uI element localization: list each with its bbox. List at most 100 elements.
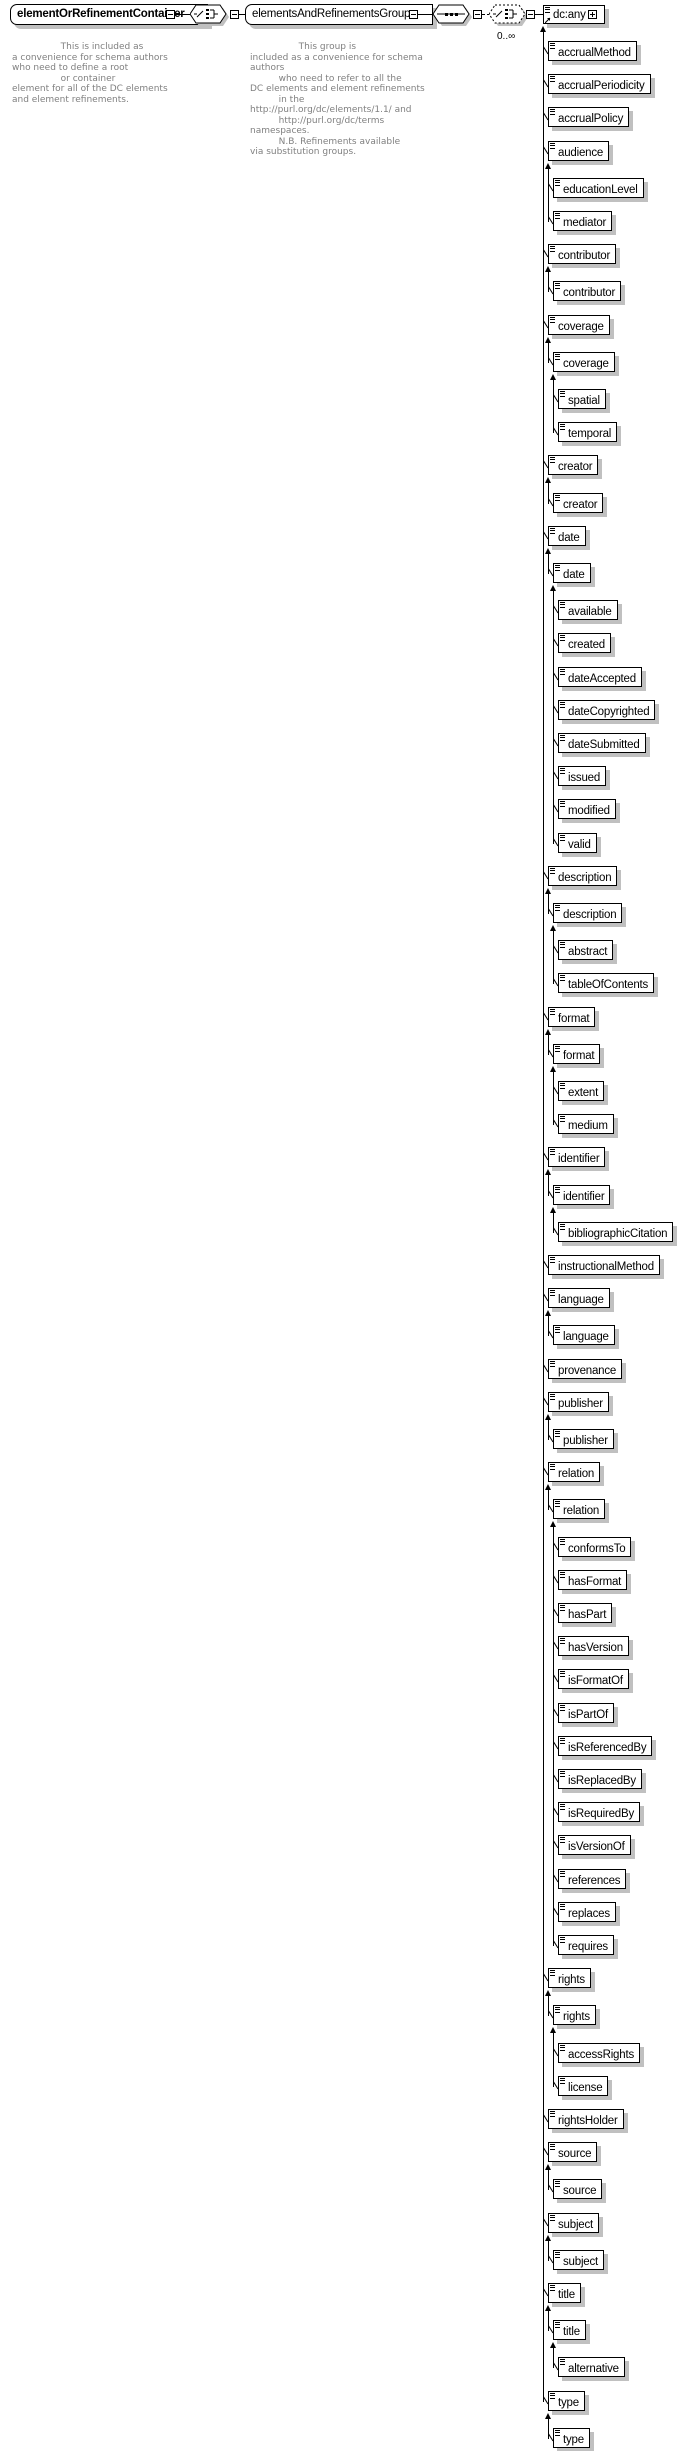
element-node-isVersionOf[interactable]: isVersionOf: [558, 1835, 631, 1856]
collapse-sequence-button[interactable]: [473, 10, 482, 19]
expand-any-button[interactable]: [588, 10, 597, 19]
element-node-format[interactable]: format: [553, 1043, 601, 1064]
element-node-isFormatOf[interactable]: isFormatOf: [558, 1669, 629, 1690]
element-label: isReplacedBy: [568, 1775, 636, 1787]
collapse-choice-button[interactable]: [230, 10, 239, 19]
collapse-optional-choice-button[interactable]: [526, 10, 535, 19]
element-node-accrualMethod[interactable]: accrualMethod: [548, 41, 637, 61]
element-node-publisher[interactable]: publisher: [548, 1391, 609, 1412]
element-type-icon: [555, 353, 560, 360]
element-type-icon: [560, 391, 565, 397]
element-node-title[interactable]: title: [548, 2283, 581, 2303]
element-node-isPartOf[interactable]: isPartOf: [558, 1702, 614, 1723]
element-label: date: [558, 531, 580, 544]
element-node-dateAccepted[interactable]: dateAccepted: [558, 666, 642, 687]
element-node-contributor[interactable]: contributor: [553, 281, 622, 302]
element-node-valid[interactable]: valid: [558, 832, 597, 853]
element-node-date[interactable]: date: [548, 525, 586, 546]
element-node-language[interactable]: language: [548, 1288, 610, 1309]
element-node-rightsHolder[interactable]: rightsHolder: [548, 2109, 624, 2129]
element-node-alternative[interactable]: alternative: [558, 2357, 625, 2378]
element-node-educationLevel[interactable]: educationLevel: [553, 177, 644, 198]
element-node-available[interactable]: available: [558, 600, 618, 621]
element-node-accessRights[interactable]: accessRights: [558, 2042, 640, 2063]
element-node-coverage[interactable]: coverage: [553, 351, 615, 372]
element-node-subject[interactable]: subject: [553, 2249, 605, 2270]
element-node-hasPart[interactable]: hasPart: [558, 1603, 613, 1623]
element-node-identifier[interactable]: identifier: [548, 1147, 606, 1168]
element-label: format: [558, 1012, 590, 1025]
occurrence-label: 0..∞: [497, 31, 516, 42]
element-node-provenance[interactable]: provenance: [548, 1358, 623, 1379]
element-node-rights[interactable]: rights: [553, 2005, 596, 2026]
element-label: educationLevel: [563, 183, 638, 196]
element-node-contributor[interactable]: contributor: [548, 244, 617, 265]
element-label: accessRights: [568, 2048, 634, 2061]
element-type-icon: [550, 1149, 555, 1156]
element-node-description[interactable]: description: [553, 903, 623, 923]
element-node-modified[interactable]: modified: [558, 799, 616, 820]
element-label: extent: [568, 1087, 599, 1099]
element-node-requires[interactable]: requires: [558, 1935, 614, 1955]
element-node-rights[interactable]: rights: [548, 1968, 591, 1989]
element-node-audience[interactable]: audience: [548, 140, 610, 161]
element-node-accrualPolicy[interactable]: accrualPolicy: [548, 107, 630, 128]
element-node-identifier[interactable]: identifier: [553, 1184, 611, 1205]
element-node-isRequiredBy[interactable]: isRequiredBy: [558, 1802, 640, 1823]
choice-compositor-icon: [190, 4, 229, 26]
element-node-source[interactable]: source: [553, 2179, 603, 2200]
element-type-icon: [560, 942, 565, 949]
element-node-conformsTo[interactable]: conformsTo: [558, 1536, 632, 1557]
element-node-medium[interactable]: medium: [558, 1114, 614, 1135]
element-label: instructionalMethod: [558, 1261, 654, 1273]
element-node-language[interactable]: language: [553, 1325, 615, 1346]
element-node-hasFormat[interactable]: hasFormat: [558, 1569, 628, 1590]
element-node-instructionalMethod[interactable]: instructionalMethod: [548, 1255, 660, 1275]
element-node-temporal[interactable]: temporal: [558, 422, 618, 443]
element-node-issued[interactable]: issued: [558, 766, 607, 787]
element-node-description[interactable]: description: [548, 865, 618, 886]
element-type-icon: [560, 1116, 565, 1123]
element-label: creator: [563, 498, 598, 511]
element-node-coverage[interactable]: coverage: [548, 314, 610, 335]
element-node-publisher[interactable]: publisher: [553, 1429, 614, 1449]
element-node-accrualPeriodicity[interactable]: accrualPeriodicity: [548, 74, 651, 95]
element-node-bibliographicCitation[interactable]: bibliographicCitation: [558, 1221, 674, 1242]
connector-line: [175, 14, 191, 15]
element-node-format[interactable]: format: [548, 1006, 596, 1027]
element-node-subject[interactable]: subject: [548, 2212, 600, 2233]
element-type-icon: [560, 1771, 565, 1777]
element-node-isReplacedBy[interactable]: isReplacedBy: [558, 1769, 642, 1789]
element-node-relation[interactable]: relation: [553, 1499, 606, 1520]
element-node-mediator[interactable]: mediator: [553, 211, 613, 231]
element-type-icon: [555, 2322, 560, 2329]
element-node-source[interactable]: source: [548, 2142, 598, 2163]
group-annotation: This group is included as a convenience …: [250, 42, 425, 157]
element-type-icon: [555, 2429, 560, 2436]
element-node-replaces[interactable]: replaces: [558, 1901, 616, 1922]
element-node-extent[interactable]: extent: [558, 1081, 605, 1101]
element-node-dateSubmitted[interactable]: dateSubmitted: [558, 733, 646, 753]
element-node-relation[interactable]: relation: [548, 1462, 601, 1483]
element-node-tableOfContents[interactable]: tableOfContents: [558, 973, 655, 994]
element-node-title[interactable]: title: [553, 2320, 586, 2341]
element-node-created[interactable]: created: [558, 633, 611, 654]
element-node-abstract[interactable]: abstract: [558, 940, 614, 961]
element-node-isReferencedBy[interactable]: isReferencedBy: [558, 1735, 653, 1756]
element-node-type[interactable]: type: [548, 2390, 585, 2411]
group-node[interactable]: elementsAndRefinementsGroup: [245, 4, 434, 25]
element-label: abstract: [568, 946, 608, 959]
element-node-date[interactable]: date: [553, 563, 591, 583]
element-label: accrualMethod: [558, 47, 631, 59]
element-node-references[interactable]: references: [558, 1868, 627, 1889]
element-label: isFormatOf: [568, 1675, 623, 1688]
element-node-dateCopyrighted[interactable]: dateCopyrighted: [558, 699, 656, 720]
collapse-group-button[interactable]: [409, 10, 418, 19]
element-node-spatial[interactable]: spatial: [558, 389, 606, 409]
element-type-icon: [560, 1605, 565, 1611]
element-node-creator[interactable]: creator: [548, 455, 599, 476]
collapse-root-button[interactable]: [166, 10, 175, 19]
element-node-license[interactable]: license: [558, 2075, 609, 2096]
element-node-creator[interactable]: creator: [553, 492, 604, 513]
element-node-hasVersion[interactable]: hasVersion: [558, 1636, 629, 1657]
